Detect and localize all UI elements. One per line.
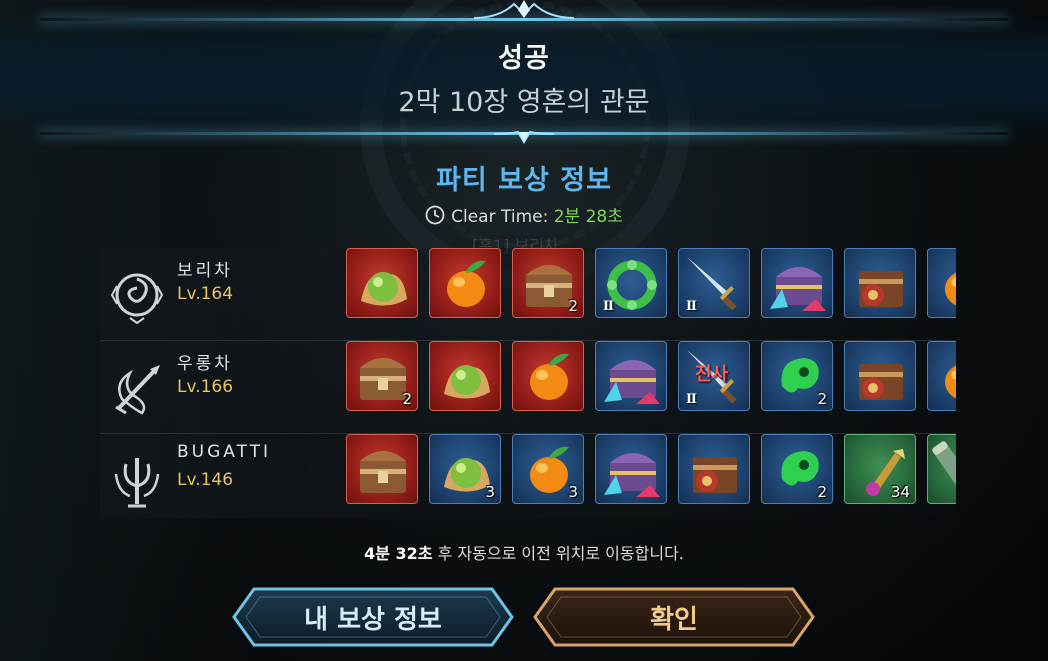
item-tier: Ⅱ xyxy=(603,299,614,314)
ornament-bottom-icon xyxy=(493,130,555,144)
treasure-chest-icon xyxy=(360,451,406,493)
party-member-row: BUGATTI Lv.146 3 3 2 34 xyxy=(100,434,956,518)
green-orb-icon xyxy=(444,365,490,399)
dragon-sword-emblem-icon xyxy=(115,365,160,415)
reward-item-slot[interactable] xyxy=(844,341,916,411)
ornament-top-icon xyxy=(474,0,574,19)
item-count: 2 xyxy=(817,483,827,501)
clear-time-value: 2분 28초 xyxy=(553,207,623,227)
item-count: 2 xyxy=(817,390,827,408)
reward-item-slot[interactable]: 2 xyxy=(761,434,833,504)
reward-item-slot[interactable] xyxy=(595,434,667,504)
result-screen: 성공 2막 10장 영혼의 관문 파티 보상 정보 Clear Time: 2분… xyxy=(0,0,1048,661)
reward-item-slot[interactable] xyxy=(927,248,956,318)
item-tier: Ⅱ xyxy=(686,392,697,407)
item-tag: 진사 xyxy=(695,364,729,385)
crystal-chest-icon xyxy=(770,267,826,311)
orb-chest-icon xyxy=(859,271,903,307)
reward-item-slot[interactable] xyxy=(761,248,833,318)
reward-item-slot[interactable] xyxy=(678,434,750,504)
crystal-chest-icon xyxy=(604,453,660,497)
reward-item-slot[interactable] xyxy=(595,341,667,411)
result-title: 성공 xyxy=(498,43,550,74)
my-reward-label: 내 보상 정보 xyxy=(304,605,442,635)
party-reward-heading: 파티 보상 정보 xyxy=(436,165,612,196)
party-member-row: 우롱차 Lv.166 2 진사 Ⅱ 2 xyxy=(100,341,956,434)
reward-item-slot[interactable]: 3 xyxy=(429,434,501,504)
my-reward-button[interactable]: 내 보상 정보 xyxy=(232,585,514,649)
auto-move-notice: 4분 32초 후 자동으로 이전 위치로 이동합니다. xyxy=(0,540,1048,564)
orange-fruit-icon xyxy=(447,260,486,307)
item-count: 3 xyxy=(485,483,495,501)
clear-time-label: Clear Time: xyxy=(451,207,549,227)
stage-name: 2막 10장 영혼의 관문 xyxy=(398,87,650,118)
item-count: 34 xyxy=(890,483,910,501)
reward-item-slot[interactable] xyxy=(429,341,501,411)
crystal-chest-icon xyxy=(604,360,660,404)
reward-item-slot[interactable]: 진사 Ⅱ xyxy=(678,341,750,411)
party-member-row: 보리차 Lv.164 2 Ⅱ Ⅱ xyxy=(100,248,956,341)
reward-item-slot[interactable]: 2 xyxy=(761,341,833,411)
reward-item-slot[interactable]: 2 xyxy=(346,341,418,411)
member-level: Lv.146 xyxy=(177,470,234,490)
item-count: 3 xyxy=(568,483,578,501)
reward-item-slot[interactable]: Ⅱ xyxy=(595,248,667,318)
reward-item-slot[interactable]: 3 xyxy=(512,434,584,504)
green-orb-icon xyxy=(361,272,407,306)
reward-item-slot[interactable] xyxy=(844,248,916,318)
reward-item-slot[interactable] xyxy=(927,434,956,504)
reward-item-slot[interactable]: 34 xyxy=(844,434,916,504)
member-name: BUGATTI xyxy=(177,442,272,462)
party-reward-table: 보리차 Lv.164 2 Ⅱ Ⅱ 우롱차 Lv.166 2 진사 Ⅱ 2 BUGATTI Lv.146 3… xyxy=(100,248,956,518)
orange-fruit-icon xyxy=(530,353,569,400)
clear-time: Clear Time: 2분 28초 xyxy=(0,202,1048,227)
item-tier: Ⅱ xyxy=(686,299,697,314)
reward-item-slot[interactable]: Ⅱ xyxy=(678,248,750,318)
clock-icon xyxy=(425,205,445,225)
reward-item-slot[interactable] xyxy=(512,341,584,411)
orb-chest-icon xyxy=(693,457,737,493)
item-count: 2 xyxy=(568,297,578,315)
scroll-tube-icon xyxy=(932,441,956,500)
reward-item-slot[interactable] xyxy=(927,341,956,411)
orb-chest-icon xyxy=(859,364,903,400)
orange-fruit-icon xyxy=(945,272,956,306)
member-name: 보리차 xyxy=(177,261,233,281)
member-level: Lv.166 xyxy=(177,377,234,397)
reward-item-slot[interactable] xyxy=(429,248,501,318)
member-name: 우롱차 xyxy=(177,354,233,374)
item-count: 2 xyxy=(402,390,412,408)
member-level: Lv.164 xyxy=(177,284,234,304)
reward-item-slot[interactable] xyxy=(346,434,418,504)
confirm-button[interactable]: 확인 xyxy=(533,585,815,649)
auto-move-countdown: 4분 32초 xyxy=(364,544,433,563)
trident-emblem-icon xyxy=(114,458,160,508)
auto-move-text: 후 자동으로 이전 위치로 이동합니다. xyxy=(437,544,684,563)
orange-fruit-icon xyxy=(945,365,956,399)
reward-item-slot[interactable]: 2 xyxy=(512,248,584,318)
spiral-emblem-icon xyxy=(110,273,164,324)
reward-item-slot[interactable] xyxy=(346,248,418,318)
confirm-label: 확인 xyxy=(650,605,698,635)
